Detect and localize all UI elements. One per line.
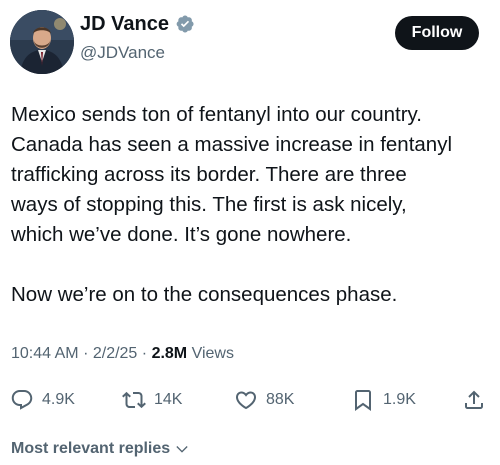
display-name[interactable]: JD Vance [80,12,169,36]
share-icon [465,390,483,409]
repost-icon [122,391,146,409]
author-name-row: JD Vance [80,12,195,36]
heart-icon [235,391,257,410]
meta-separator: · [83,345,89,362]
chevron-down-icon [176,446,188,453]
follow-button[interactable]: Follow [395,16,479,50]
verified-badge-icon[interactable] [175,14,195,34]
bookmark-icon [355,390,371,411]
avatar[interactable] [10,10,74,74]
repost-count: 14K [154,391,183,408]
avatar-image [10,10,74,74]
tweet-text-line: trafficking across its border. There are… [11,163,407,186]
replies-sort-label: Most relevant replies [11,440,171,457]
tweet-text-line: ways of stopping this. The first is ask … [11,193,407,216]
post-date[interactable]: 2/2/25 [93,345,137,362]
repost-button[interactable]: 14K [122,382,182,418]
action-bar: 4.9K 14K 88K 1.9K [0,382,500,418]
tweet-text-line: which we’ve done. It’s gone nowhere. [11,223,352,246]
share-button[interactable] [462,382,486,418]
views-count[interactable]: 2.8M [152,345,188,362]
bookmark-count: 1.9K [383,391,416,408]
author-handle[interactable]: @JDVance [80,42,165,64]
tweet-text-line: Now we’re on to the consequences phase. [11,283,398,306]
tweet-meta: 10:44 AM · 2/2/25 · 2.8M Views [11,343,234,365]
tweet-text-line: Canada has seen a massive increase in fe… [11,133,453,156]
post-time[interactable]: 10:44 AM [11,345,79,362]
reply-count: 4.9K [42,391,75,408]
meta-separator: · [141,345,148,362]
like-count: 88K [266,391,295,408]
replies-sort-dropdown[interactable]: Most relevant replies [11,440,190,458]
like-button[interactable]: 88K [234,382,294,418]
bookmark-button[interactable]: 1.9K [351,382,416,418]
tweet-text-line: Mexico sends ton of fentanyl into our co… [11,103,422,126]
tweet-detail: JD Vance @JDVance Follow Mexico sends to… [0,0,500,465]
reply-button[interactable]: 4.9K [10,382,75,418]
reply-icon [11,390,33,410]
tweet-text: Mexico sends ton of fentanyl into our co… [11,100,491,310]
views-label: Views [191,345,234,362]
